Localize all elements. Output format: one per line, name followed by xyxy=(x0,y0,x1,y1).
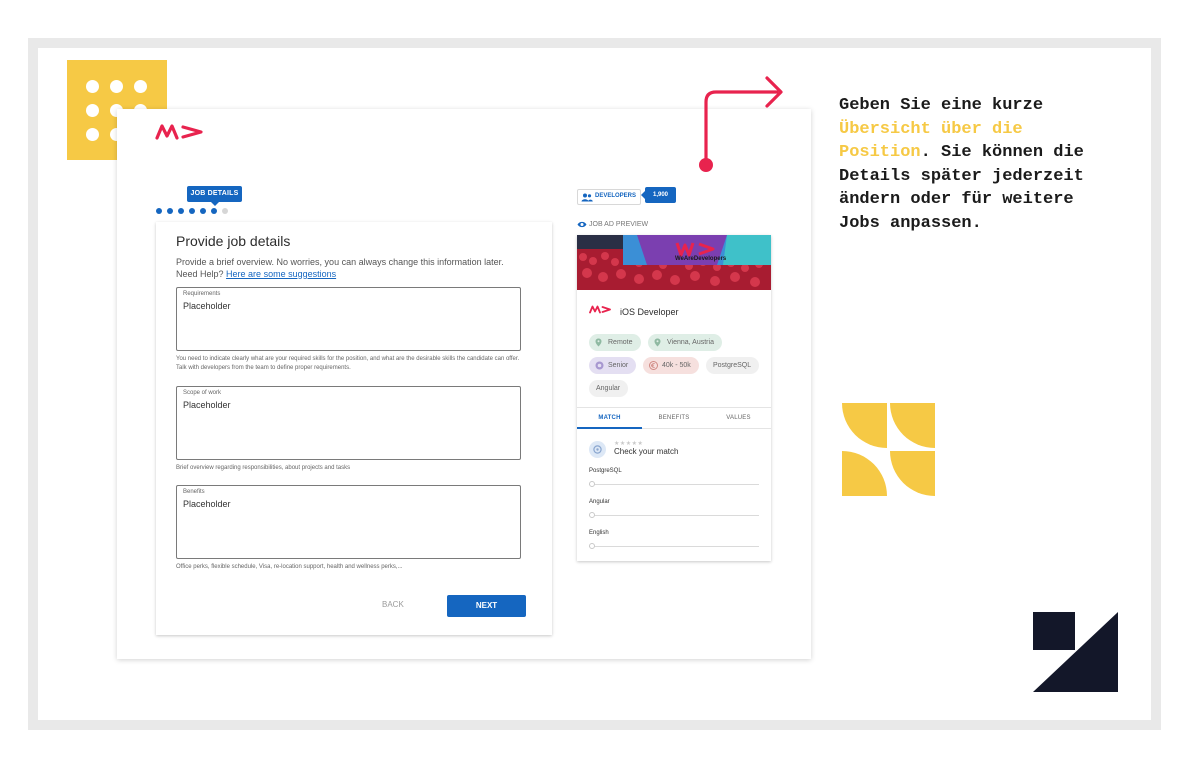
job-details-form: Provide job details Provide a brief over… xyxy=(156,222,552,635)
preview-tabs: MATCH BENEFITS VALUES xyxy=(577,407,771,429)
skill-label: English xyxy=(589,530,609,536)
level-badge-icon xyxy=(595,361,604,370)
requirements-textarea[interactable]: Requirements Placeholder xyxy=(176,287,521,351)
match-avatar-icon xyxy=(589,441,606,458)
skill-slider[interactable] xyxy=(589,512,759,518)
page: JOB DETAILS Provide job details Provide … xyxy=(0,0,1190,768)
form-title: Provide job details xyxy=(176,233,291,249)
developers-badge[interactable]: DEVELOPERS xyxy=(577,189,641,205)
step-dot xyxy=(211,208,217,214)
back-button[interactable]: BACK xyxy=(382,600,404,609)
step-dot xyxy=(189,208,195,214)
step-dot xyxy=(222,208,228,214)
form-description: Provide a brief overview. No worries, yo… xyxy=(176,257,504,279)
scope-of-work-textarea[interactable]: Scope of work Placeholder xyxy=(176,386,521,460)
tag-skill: Angular xyxy=(589,380,629,397)
people-icon xyxy=(581,193,593,202)
tab-benefits[interactable]: BENEFITS xyxy=(642,408,706,429)
job-title: iOS Developer xyxy=(620,307,679,317)
tag-skill: PostgreSQL xyxy=(706,357,760,374)
skill-slider[interactable] xyxy=(589,543,759,549)
developers-count: 1,900 xyxy=(641,187,676,203)
skill-label: Angular xyxy=(589,499,610,505)
location-pin-icon xyxy=(595,338,602,347)
next-button[interactable]: NEXT xyxy=(447,595,526,617)
benefits-helper: Office perks, flexible schedule, Visa, r… xyxy=(176,564,403,570)
skill-slider[interactable] xyxy=(589,481,759,487)
wearedevelopers-logo-icon xyxy=(155,124,203,140)
tab-values[interactable]: VALUES xyxy=(706,408,771,429)
tag-level: Senior xyxy=(589,357,637,374)
euro-icon xyxy=(649,361,658,370)
banner-text: WeAreDevelopers xyxy=(675,256,727,262)
scope-of-work-helper: Brief overview regarding responsibilitie… xyxy=(176,465,351,471)
marketing-caption: Geben Sie eine kurze Übersicht über die … xyxy=(839,96,1084,233)
company-logo-icon xyxy=(589,305,611,314)
pointer-arrow-icon xyxy=(699,76,783,172)
tag-remote: Remote xyxy=(589,334,641,351)
eye-icon xyxy=(577,221,587,228)
skill-label: PostgreSQL xyxy=(589,468,622,474)
suggestions-link[interactable]: Here are some suggestions xyxy=(226,269,336,279)
decorative-yellow-shapes xyxy=(842,403,935,496)
benefits-textarea[interactable]: Benefits Placeholder xyxy=(176,485,521,559)
step-dot xyxy=(178,208,184,214)
match-stars: ★★★★★ xyxy=(614,441,644,447)
crowd-illustration xyxy=(577,235,771,290)
location-pin-icon xyxy=(654,338,661,347)
job-ad-preview-card: WeAreDevelopers iOS Developer Remote Vie… xyxy=(577,235,771,561)
match-title: Check your match xyxy=(614,447,679,456)
step-dot xyxy=(167,208,173,214)
tab-match[interactable]: MATCH xyxy=(577,408,642,429)
requirements-helper: You need to indicate clearly what are yo… xyxy=(176,356,520,371)
decorative-dark-shapes xyxy=(1033,612,1118,692)
step-dot xyxy=(200,208,206,214)
job-ad-preview-label: JOB AD PREVIEW xyxy=(577,221,648,228)
tag-location: Vienna, Austria xyxy=(648,334,722,351)
tag-salary: 40k - 50k xyxy=(643,357,699,374)
event-banner-image: WeAreDevelopers xyxy=(577,235,771,290)
job-editor-card: JOB DETAILS Provide job details Provide … xyxy=(117,109,811,659)
current-step-badge: JOB DETAILS xyxy=(187,186,242,206)
step-dot xyxy=(156,208,162,214)
